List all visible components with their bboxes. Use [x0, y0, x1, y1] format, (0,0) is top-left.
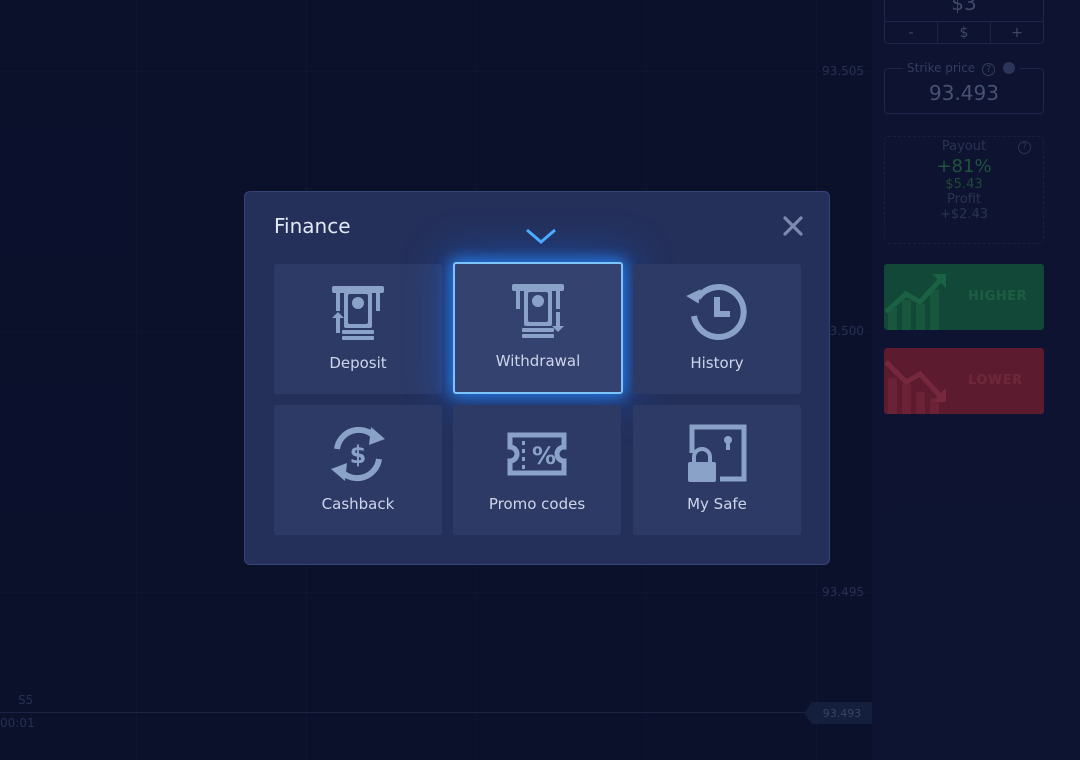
- history-clock-icon: [686, 282, 748, 344]
- tile-label: Promo codes: [488, 495, 586, 513]
- tile-label: My Safe: [687, 495, 747, 513]
- tile-label: Deposit: [329, 354, 387, 372]
- finance-modal: Finance Deposit Withdrawal History $ Cas…: [244, 191, 830, 565]
- tile-label: Cashback: [321, 495, 395, 513]
- modal-title: Finance: [274, 214, 351, 238]
- my-safe-tile[interactable]: My Safe: [633, 405, 801, 535]
- promo-codes-tile[interactable]: % Promo codes: [453, 405, 621, 535]
- promo-ticket-icon: %: [506, 423, 568, 485]
- chevron-down-icon: [526, 228, 556, 244]
- close-icon[interactable]: [781, 214, 805, 238]
- deposit-tile[interactable]: Deposit: [274, 264, 442, 394]
- safe-lock-icon: [686, 423, 748, 485]
- atm-deposit-icon: [327, 282, 389, 344]
- tile-label: History: [690, 354, 744, 372]
- svg-text:$: $: [350, 441, 367, 469]
- cashback-tile[interactable]: $ Cashback: [274, 405, 442, 535]
- tile-label: Withdrawal: [495, 352, 581, 370]
- cashback-dollar-icon: $: [327, 423, 389, 485]
- svg-text:%: %: [532, 442, 556, 470]
- withdrawal-tile[interactable]: Withdrawal: [453, 262, 623, 394]
- history-tile[interactable]: History: [633, 264, 801, 394]
- atm-withdrawal-icon: [507, 280, 569, 342]
